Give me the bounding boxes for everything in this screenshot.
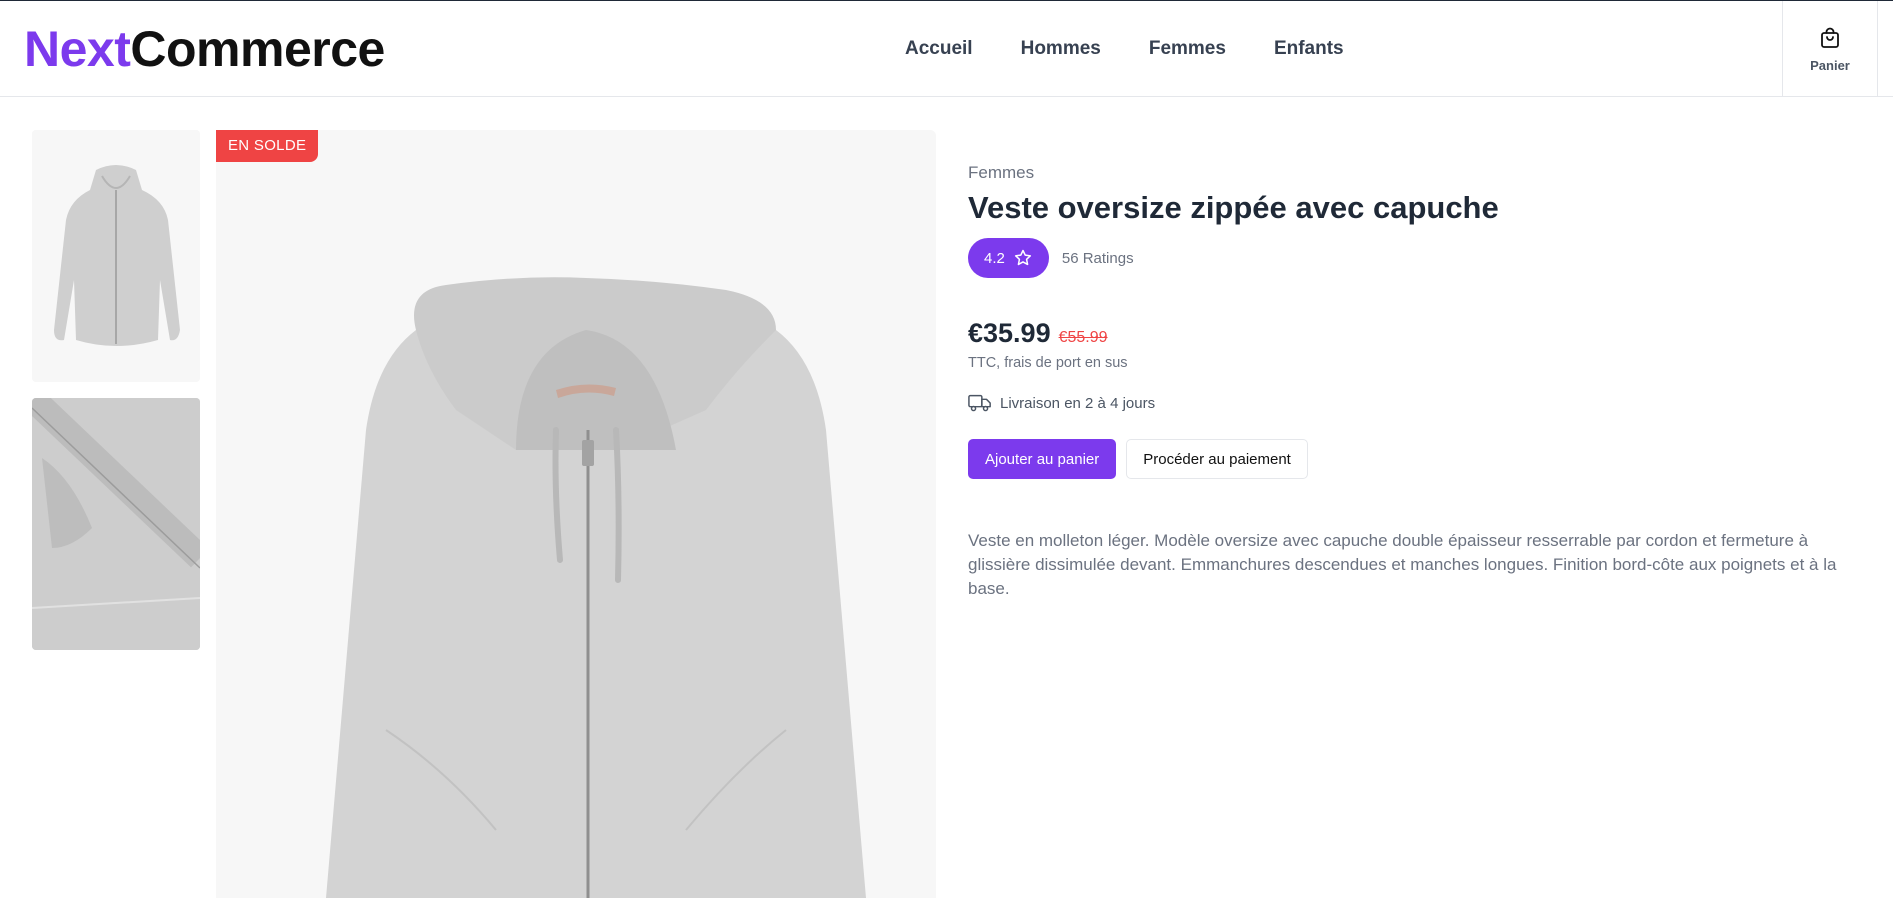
current-price: €35.99 xyxy=(968,318,1051,348)
delivery-info: Livraison en 2 à 4 jours xyxy=(968,393,1868,413)
rating-value: 4.2 xyxy=(984,249,1005,267)
nav-hommes[interactable]: Hommes xyxy=(1021,37,1101,61)
product-category[interactable]: Femmes xyxy=(968,162,1868,184)
product-info: Femmes Veste oversize zippée avec capuch… xyxy=(968,162,1868,601)
shopping-bag-icon xyxy=(1821,27,1839,48)
logo-brand: Next xyxy=(24,21,131,77)
main-nav: Accueil Hommes Femmes Enfants xyxy=(905,37,1344,61)
main-product-image[interactable] xyxy=(216,130,936,898)
logo-rest: Commerce xyxy=(130,21,385,77)
truck-icon xyxy=(968,394,991,412)
hoodie-main-image xyxy=(216,130,936,898)
product-description: Veste en molleton léger. Modèle oversize… xyxy=(968,531,1837,598)
sale-badge: EN SOLDE xyxy=(216,130,319,162)
rating-row: 4.2 56 Ratings xyxy=(968,238,1868,278)
original-price: €55.99 xyxy=(1058,329,1108,346)
checkout-button[interactable]: Procéder au paiement xyxy=(1126,439,1308,479)
rating-badge: 4.2 xyxy=(968,238,1049,278)
thumbnail-detail[interactable] xyxy=(32,398,200,650)
add-to-cart-button[interactable]: Ajouter au panier xyxy=(968,439,1117,479)
delivery-text: Livraison en 2 à 4 jours xyxy=(1000,394,1156,412)
nav-femmes[interactable]: Femmes xyxy=(1149,37,1226,61)
site-header: NextCommerce Accueil Hommes Femmes Enfan… xyxy=(0,1,1893,97)
nav-accueil[interactable]: Accueil xyxy=(905,37,973,61)
hoodie-detail-image xyxy=(32,398,200,650)
price-row: €35.99 €55.99 xyxy=(968,318,1868,349)
star-icon xyxy=(1014,249,1031,266)
tax-note: TTC, frais de port en sus xyxy=(968,355,1128,371)
cart-label: Panier xyxy=(1810,57,1850,73)
action-buttons: Ajouter au panier Procéder au paiement xyxy=(968,439,1868,479)
product-title: Veste oversize zippée avec capuche xyxy=(968,190,1499,225)
cart-button[interactable]: Panier xyxy=(1782,1,1878,97)
thumbnail-front[interactable] xyxy=(32,130,200,382)
hoodie-thumbnail-image xyxy=(32,130,200,382)
logo[interactable]: NextCommerce xyxy=(24,21,385,77)
nav-enfants[interactable]: Enfants xyxy=(1274,37,1344,61)
ratings-count: 56 Ratings xyxy=(1061,249,1134,267)
